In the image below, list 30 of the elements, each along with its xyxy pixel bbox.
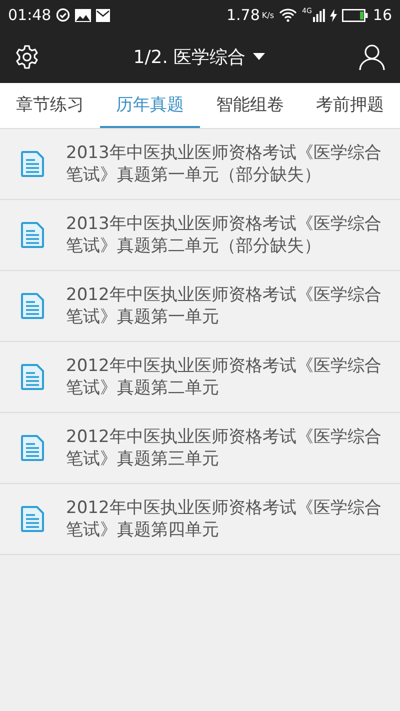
tab[interactable]: 考前押题 <box>300 83 400 128</box>
document-icon <box>21 222 45 248</box>
tab[interactable]: 智能组卷 <box>200 83 300 128</box>
wifi-icon <box>279 8 298 22</box>
status-time: 01:48 <box>8 6 52 24</box>
charging-icon <box>330 8 337 22</box>
exam-title: 2012年中医执业医师资格考试《医学综合笔试》真题第一单元 <box>66 284 382 328</box>
user-icon[interactable] <box>358 42 386 70</box>
exam-title: 2013年中医执业医师资格考试《医学综合笔试》真题第一单元（部分缺失） <box>66 142 382 186</box>
network-speed: 1.78 <box>226 6 260 24</box>
exam-title: 2012年中医执业医师资格考试《医学综合笔试》真题第四单元 <box>66 497 382 541</box>
caret-icon <box>252 52 265 60</box>
document-icon <box>21 364 45 390</box>
battery-percent: 16 <box>372 6 392 24</box>
document-icon <box>21 151 45 177</box>
exam-title: 2013年中医执业医师资格考试《医学综合笔试》真题第二单元（部分缺失） <box>66 213 382 257</box>
speed-unit: K/s <box>262 10 274 20</box>
image-icon <box>75 8 92 22</box>
document-icon <box>21 506 45 532</box>
signal-icon <box>312 8 325 22</box>
exam-title: 2012年中医执业医师资格考试《医学综合笔试》真题第三单元 <box>66 426 382 470</box>
document-icon <box>21 293 45 319</box>
check-circle-icon <box>56 8 70 22</box>
tab[interactable]: 章节练习 <box>0 83 100 128</box>
exam-title: 2012年中医执业医师资格考试《医学综合笔试》真题第二单元 <box>66 355 382 399</box>
settings-icon[interactable] <box>14 44 40 70</box>
subject-dropdown[interactable]: 1/2. 医学综合 <box>133 44 265 68</box>
mail-icon <box>96 8 110 22</box>
battery-icon <box>342 8 368 22</box>
document-icon <box>21 435 45 461</box>
